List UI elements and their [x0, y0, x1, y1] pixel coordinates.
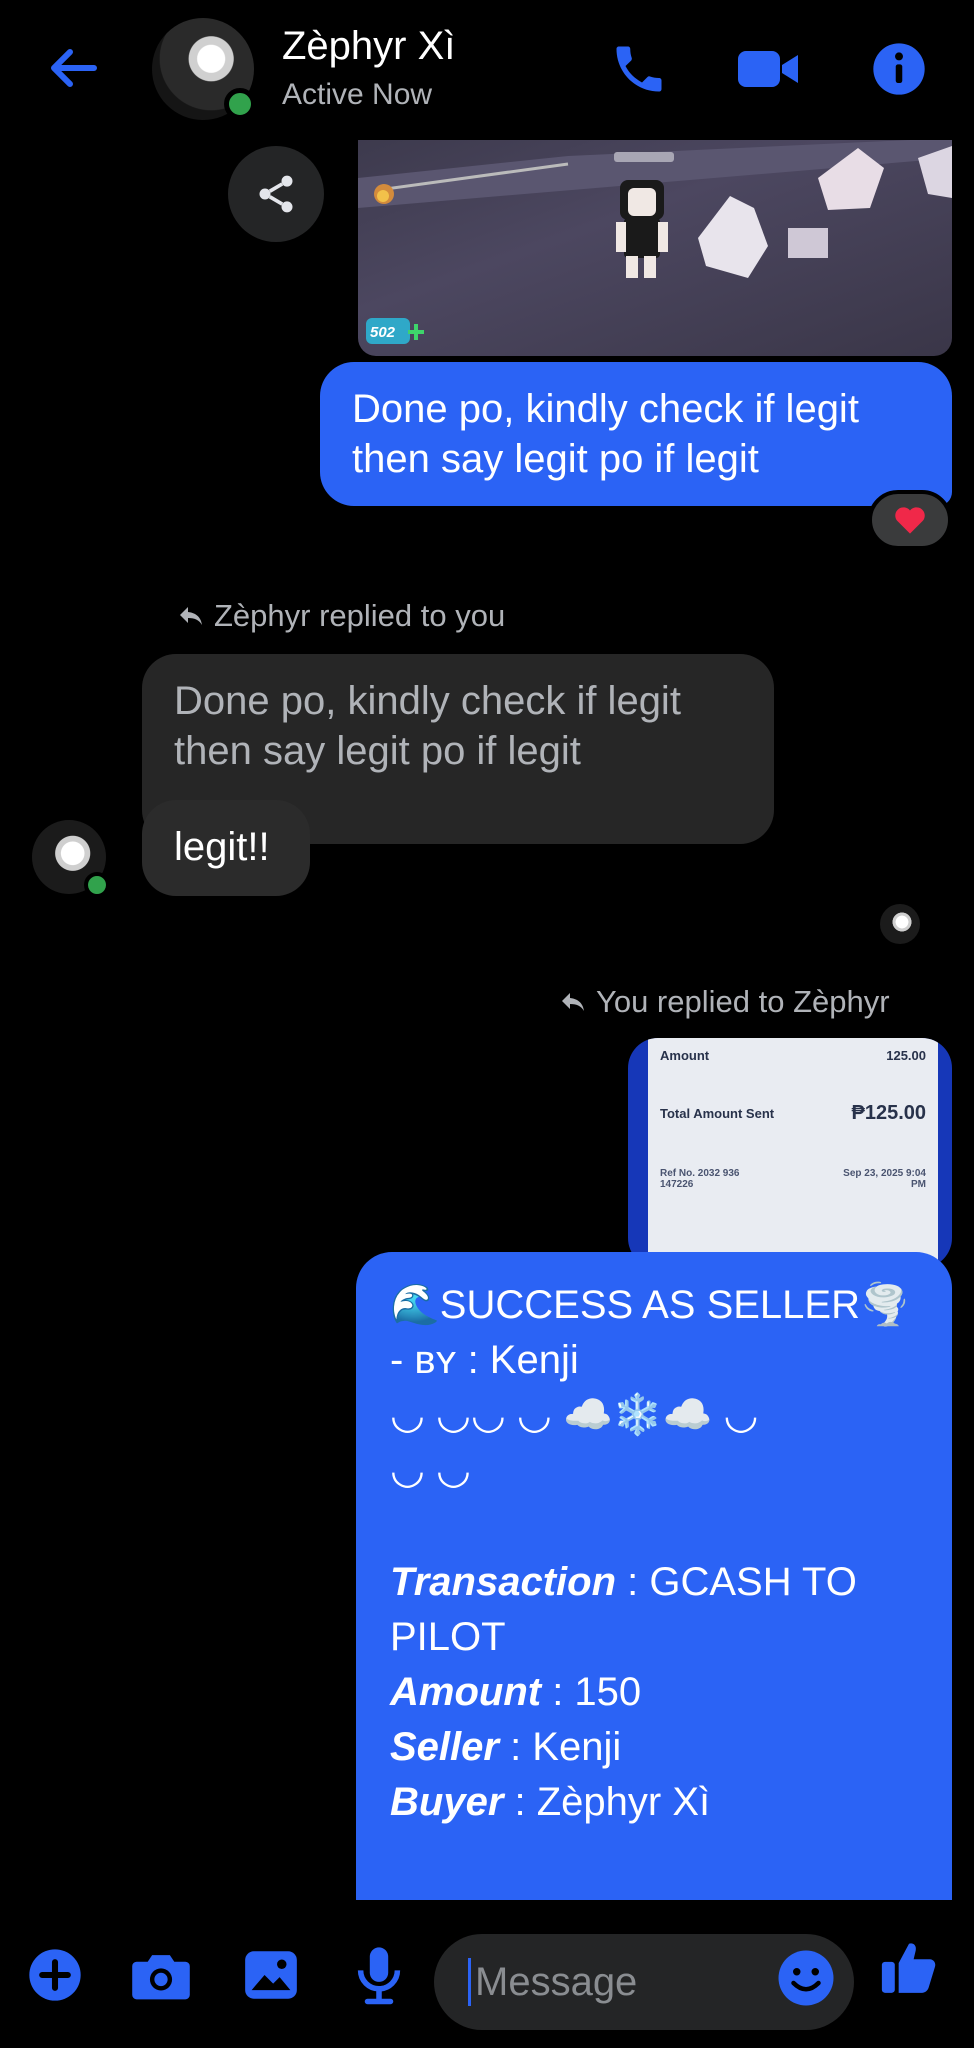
summary-heading: 🌊SUCCESS AS SELLER🌪️	[390, 1283, 910, 1327]
online-status-dot	[84, 872, 110, 898]
reply-arrow-icon	[180, 607, 202, 625]
emoji-icon[interactable]	[776, 1948, 842, 2014]
summary-by-line: - ʙʏ : Kenji	[390, 1338, 579, 1382]
phone-call-icon[interactable]	[604, 34, 674, 104]
shared-game-screenshot[interactable]: 502	[358, 138, 952, 356]
receipt-total-value: ₱125.00	[851, 1102, 926, 1124]
outgoing-message[interactable]: Done po, kindly check if legit then say …	[320, 362, 952, 506]
microphone-icon[interactable]	[344, 1940, 414, 2010]
summary-decoration: ◡ ◡◡ ◡ ☁️❄️☁️ ◡	[390, 1393, 759, 1437]
heart-reaction-badge[interactable]	[868, 490, 952, 550]
active-status: Active Now	[282, 78, 433, 111]
quoted-receipt-image[interactable]: Amount 125.00 Total Amount Sent ₱125.00 …	[628, 1038, 952, 1268]
share-icon	[259, 175, 293, 213]
heart-icon	[895, 507, 925, 534]
gallery-icon[interactable]	[236, 1940, 306, 2010]
message-composer: Message	[0, 1900, 974, 2048]
contact-avatar[interactable]	[152, 18, 262, 128]
camera-icon[interactable]	[126, 1940, 196, 2010]
chat-header: Zèphyr Xì Active Now	[0, 0, 974, 140]
receipt-date: Sep 23, 2025 9:04 PM	[843, 1168, 926, 1190]
reply-indicator: You replied to Zèphyr	[560, 984, 890, 1020]
info-icon[interactable]	[864, 34, 934, 104]
reply-arrow-icon	[562, 993, 584, 1011]
receipt-ref-label: Ref No.	[660, 1168, 695, 1179]
reply-indicator-text: You replied to Zèphyr	[596, 984, 890, 1019]
reply-indicator-text: Zèphyr replied to you	[214, 598, 506, 633]
online-status-dot	[224, 88, 256, 120]
seller-value: : Kenji	[498, 1725, 622, 1769]
thumbs-up-icon[interactable]	[874, 1932, 944, 2002]
transaction-summary-message[interactable]: 🌊SUCCESS AS SELLER🌪️ - ʙʏ : Kenji ◡ ◡◡ ◡…	[356, 1252, 952, 1902]
video-call-icon[interactable]	[734, 34, 804, 104]
transaction-label: Transaction	[390, 1560, 616, 1604]
amount-value: : 150	[541, 1670, 642, 1714]
buyer-value: : Zèphyr Xì	[503, 1780, 711, 1824]
message-placeholder: Message	[475, 1959, 638, 2004]
receipt-total-label: Total Amount Sent	[660, 1106, 775, 1121]
seen-receipt-avatar	[880, 904, 920, 944]
receipt-amount-label: Amount	[660, 1048, 710, 1063]
receipt-amount-value: 125.00	[886, 1048, 926, 1063]
summary-decoration: ◡ ◡	[390, 1448, 471, 1492]
seller-label: Seller	[390, 1725, 499, 1769]
back-arrow-icon[interactable]	[44, 38, 104, 98]
incoming-message[interactable]: legit!!	[142, 800, 310, 896]
reply-indicator: Zèphyr replied to you	[178, 598, 505, 634]
contact-name[interactable]: Zèphyr Xì	[282, 24, 455, 69]
buyer-label: Buyer	[390, 1780, 504, 1824]
amount-label: Amount	[390, 1670, 542, 1714]
text-caret	[468, 1958, 471, 2006]
share-button[interactable]	[228, 146, 324, 242]
game-counter-label: 502	[370, 324, 396, 341]
plus-icon[interactable]	[20, 1940, 90, 2010]
